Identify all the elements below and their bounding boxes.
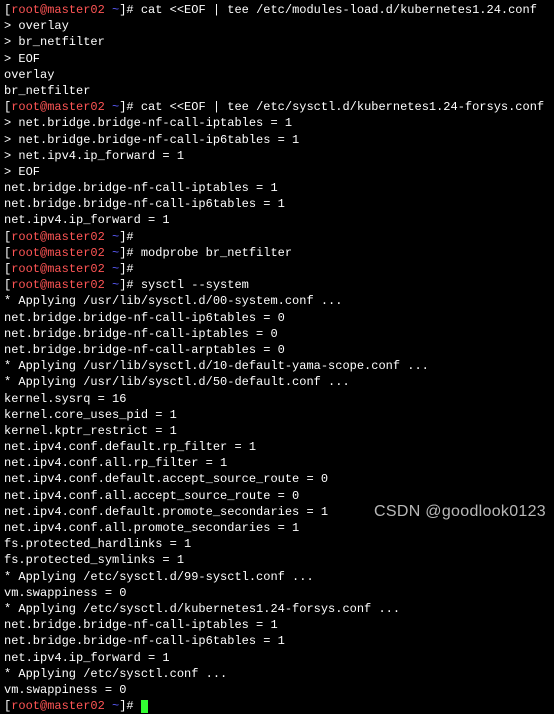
- terminal-line: net.bridge.bridge-nf-call-iptables = 0: [4, 326, 550, 342]
- terminal-line: [root@master02 ~]#: [4, 261, 550, 277]
- terminal-line: net.ipv4.conf.all.rp_filter = 1: [4, 455, 550, 471]
- prompt-user: root@master02: [11, 246, 112, 260]
- command-text: sysctl --system: [141, 278, 249, 292]
- prompt-path: ~: [112, 699, 119, 713]
- terminal-line: [root@master02 ~]# cat <<EOF | tee /etc/…: [4, 2, 550, 18]
- terminal-line: > overlay: [4, 18, 550, 34]
- terminal-line: kernel.kptr_restrict = 1: [4, 423, 550, 439]
- terminal-line: * Applying /etc/sysctl.d/kubernetes1.24-…: [4, 601, 550, 617]
- terminal-line: [root@master02 ~]#: [4, 698, 550, 714]
- terminal-line: * Applying /etc/sysctl.d/99-sysctl.conf …: [4, 569, 550, 585]
- terminal-line: net.ipv4.conf.default.rp_filter = 1: [4, 439, 550, 455]
- command-text: cat <<EOF | tee /etc/modules-load.d/kube…: [141, 3, 537, 17]
- terminal-line: [root@master02 ~]# modprobe br_netfilter: [4, 245, 550, 261]
- terminal-line: net.bridge.bridge-nf-call-ip6tables = 1: [4, 196, 550, 212]
- terminal-line: [root@master02 ~]# sysctl --system: [4, 277, 550, 293]
- cursor: [141, 700, 148, 713]
- terminal-line: fs.protected_hardlinks = 1: [4, 536, 550, 552]
- terminal-output[interactable]: [root@master02 ~]# cat <<EOF | tee /etc/…: [4, 2, 550, 714]
- prompt-user: root@master02: [11, 3, 112, 17]
- terminal-line: net.bridge.bridge-nf-call-ip6tables = 1: [4, 633, 550, 649]
- terminal-line: > net.bridge.bridge-nf-call-ip6tables = …: [4, 132, 550, 148]
- terminal-line: * Applying /usr/lib/sysctl.d/00-system.c…: [4, 293, 550, 309]
- watermark: CSDN @goodlook0123: [374, 501, 546, 523]
- terminal-line: net.bridge.bridge-nf-call-iptables = 1: [4, 617, 550, 633]
- terminal-line: > EOF: [4, 164, 550, 180]
- terminal-line: * Applying /usr/lib/sysctl.d/10-default-…: [4, 358, 550, 374]
- terminal-line: fs.protected_symlinks = 1: [4, 552, 550, 568]
- prompt-user: root@master02: [11, 100, 112, 114]
- terminal-line: net.bridge.bridge-nf-call-arptables = 0: [4, 342, 550, 358]
- terminal-line: > EOF: [4, 51, 550, 67]
- terminal-line: * Applying /usr/lib/sysctl.d/50-default.…: [4, 374, 550, 390]
- terminal-line: overlay: [4, 67, 550, 83]
- terminal-line: net.ipv4.ip_forward = 1: [4, 212, 550, 228]
- prompt-user: root@master02: [11, 262, 112, 276]
- terminal-line: * Applying /etc/sysctl.conf ...: [4, 666, 550, 682]
- terminal-line: kernel.sysrq = 16: [4, 391, 550, 407]
- terminal-line: net.ipv4.conf.default.accept_source_rout…: [4, 471, 550, 487]
- terminal-line: > net.ipv4.ip_forward = 1: [4, 148, 550, 164]
- terminal-line: net.ipv4.ip_forward = 1: [4, 650, 550, 666]
- terminal-line: > net.bridge.bridge-nf-call-iptables = 1: [4, 115, 550, 131]
- command-text: cat <<EOF | tee /etc/sysctl.d/kubernetes…: [141, 100, 544, 114]
- terminal-line: [root@master02 ~]#: [4, 229, 550, 245]
- terminal-line: vm.swappiness = 0: [4, 682, 550, 698]
- prompt-user: root@master02: [11, 699, 112, 713]
- prompt-user: root@master02: [11, 278, 112, 292]
- prompt-user: root@master02: [11, 230, 112, 244]
- terminal-line: net.bridge.bridge-nf-call-ip6tables = 0: [4, 310, 550, 326]
- terminal-line: kernel.core_uses_pid = 1: [4, 407, 550, 423]
- terminal-line: net.bridge.bridge-nf-call-iptables = 1: [4, 180, 550, 196]
- terminal-line: vm.swappiness = 0: [4, 585, 550, 601]
- terminal-line: [root@master02 ~]# cat <<EOF | tee /etc/…: [4, 99, 550, 115]
- command-text: modprobe br_netfilter: [141, 246, 292, 260]
- terminal-line: br_netfilter: [4, 83, 550, 99]
- terminal-line: > br_netfilter: [4, 34, 550, 50]
